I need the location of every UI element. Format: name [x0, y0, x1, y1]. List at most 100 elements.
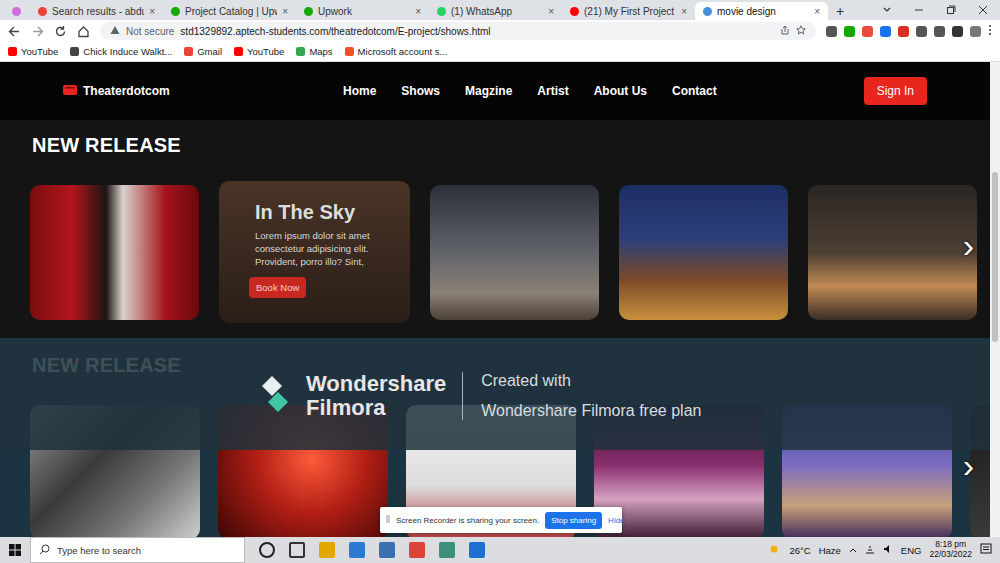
browser-tab[interactable]: (1) WhatsApp×	[429, 2, 562, 20]
drag-handle-icon[interactable]	[386, 514, 390, 526]
note-line: Created with	[481, 366, 701, 396]
tab-title: movie design	[717, 6, 809, 17]
close-icon[interactable]	[978, 1, 988, 19]
stop-sharing-button[interactable]: Stop sharing	[545, 512, 602, 529]
show-card[interactable]	[808, 185, 977, 320]
notifications-icon[interactable]	[980, 543, 992, 557]
system-tray: 26°CHazeENG8:18 pm22/03/2022	[769, 540, 1000, 560]
next-arrow[interactable]: ›	[963, 228, 974, 262]
show-card[interactable]	[430, 185, 599, 320]
tab-close[interactable]: ×	[681, 6, 687, 17]
tab-close[interactable]: ×	[548, 6, 554, 17]
tab-title: Upwork	[318, 6, 410, 17]
tab-title: (21) My First Project On Up	[584, 6, 676, 17]
taskbar-apps	[245, 542, 485, 558]
extension-icon[interactable]	[952, 26, 963, 37]
taskbar-app-icon[interactable]	[379, 542, 395, 558]
taskbar-app-icon[interactable]	[469, 542, 485, 558]
network-icon	[865, 544, 875, 556]
show-card[interactable]	[619, 185, 788, 320]
nav-link[interactable]: Shows	[401, 84, 440, 98]
extension-icon[interactable]	[880, 26, 891, 37]
tray-chevron-icon[interactable]	[849, 545, 857, 556]
tab-close[interactable]: ×	[814, 6, 820, 17]
taskbar-app-icon[interactable]	[289, 542, 305, 558]
minimize-icon[interactable]	[914, 1, 924, 19]
browser-tab[interactable]: movie design ×	[695, 2, 828, 20]
extension-icon[interactable]	[844, 26, 855, 37]
tab-favicon-icon	[703, 7, 712, 16]
extension-icon[interactable]	[826, 26, 837, 37]
next-arrow[interactable]: ›	[963, 448, 974, 482]
browser-tab[interactable]: Search results - abdulmuee×	[30, 2, 163, 20]
filmora-logo-icon	[258, 372, 292, 420]
taskbar-app-icon[interactable]	[319, 542, 335, 558]
new-tab-button[interactable]: +	[828, 2, 852, 20]
bookmark[interactable]: YouTube	[8, 46, 58, 57]
nav-link[interactable]: Artist	[537, 84, 568, 98]
taskbar-app-icon[interactable]	[409, 542, 425, 558]
tab-favicon-icon	[437, 7, 446, 16]
bookmark[interactable]: Gmail	[184, 46, 222, 57]
address-bar[interactable]: Not securestd1329892.aptech-students.com…	[100, 22, 816, 40]
weather-condition: Haze	[819, 545, 841, 556]
bookmarks-bar: YouTube Chick Induce Walkt... Gmail YouTube…	[0, 42, 1000, 62]
sign-in-button[interactable]: Sign In	[864, 77, 927, 105]
bookmark-label: YouTube	[21, 46, 58, 57]
back-icon[interactable]	[8, 25, 21, 38]
tab-search-icon[interactable]	[882, 1, 892, 19]
nav-link[interactable]: Home	[343, 84, 376, 98]
language-indicator[interactable]: ENG	[901, 545, 922, 556]
forward-icon[interactable]	[31, 25, 44, 38]
start-icon[interactable]	[0, 544, 30, 556]
site-logo[interactable]: Theaterdotcom	[63, 84, 343, 99]
tab-close[interactable]: ×	[282, 6, 288, 17]
note-line: Wondershare Filmora free plan	[481, 396, 701, 426]
tab-favicon-icon	[12, 7, 21, 16]
bookmark[interactable]: Maps	[296, 46, 332, 57]
extension-icon[interactable]	[916, 26, 927, 37]
bookmark[interactable]: Chick Induce Walkt...	[70, 46, 172, 57]
restore-icon[interactable]	[946, 1, 956, 19]
book-now-button[interactable]: Book Now	[249, 277, 306, 298]
show-card[interactable]: In The SkyLorem ipsum dolor sit amet con…	[219, 181, 410, 323]
clock[interactable]: 8:18 pm22/03/2022	[929, 540, 972, 560]
extension-icon[interactable]	[970, 26, 981, 37]
tab-close[interactable]: ×	[149, 6, 155, 17]
show-card[interactable]	[30, 185, 199, 320]
browser-tab[interactable]: Project Catalog | Upwork×	[163, 2, 296, 20]
taskbar-app-icon[interactable]	[349, 542, 365, 558]
brand-line: Wondershare	[306, 372, 446, 396]
hide-button[interactable]: Hide	[608, 516, 624, 525]
menu-icon[interactable]	[988, 22, 992, 40]
nav-link[interactable]: Magzine	[465, 84, 512, 98]
home-icon[interactable]	[77, 25, 90, 38]
nav-link[interactable]: About Us	[594, 84, 647, 98]
scrollbar	[990, 62, 1000, 537]
reload-icon[interactable]	[54, 25, 67, 38]
tab-favicon-icon	[38, 7, 47, 16]
bookmark-favicon-icon	[70, 47, 79, 56]
browser-tab[interactable]	[2, 2, 30, 20]
extension-icon[interactable]	[862, 26, 873, 37]
bookmark-label: Gmail	[197, 46, 222, 57]
extension-icon[interactable]	[934, 26, 945, 37]
star-icon[interactable]	[796, 25, 806, 37]
scroll-thumb[interactable]	[992, 172, 998, 342]
bookmark[interactable]: YouTube	[234, 46, 284, 57]
bookmark-label: YouTube	[247, 46, 284, 57]
taskbar-search[interactable]: Type here to search	[30, 537, 245, 563]
taskbar-app-icon[interactable]	[259, 542, 275, 558]
tab-close[interactable]: ×	[415, 6, 421, 17]
bookmark-favicon-icon	[296, 47, 305, 56]
browser-tab[interactable]: (21) My First Project On Up ×	[562, 2, 695, 20]
extension-icon[interactable]	[898, 26, 909, 37]
taskbar-app-icon[interactable]	[439, 542, 455, 558]
url: std1329892.aptech-students.com/theatredo…	[180, 26, 490, 37]
bookmark-label: Maps	[309, 46, 332, 57]
browser-tab[interactable]: Upwork ×	[296, 2, 429, 20]
window-controls	[882, 0, 1000, 20]
weather-icon	[769, 544, 781, 556]
nav-link[interactable]: Contact	[672, 84, 717, 98]
bookmark[interactable]: Microsoft account s...	[345, 46, 448, 57]
